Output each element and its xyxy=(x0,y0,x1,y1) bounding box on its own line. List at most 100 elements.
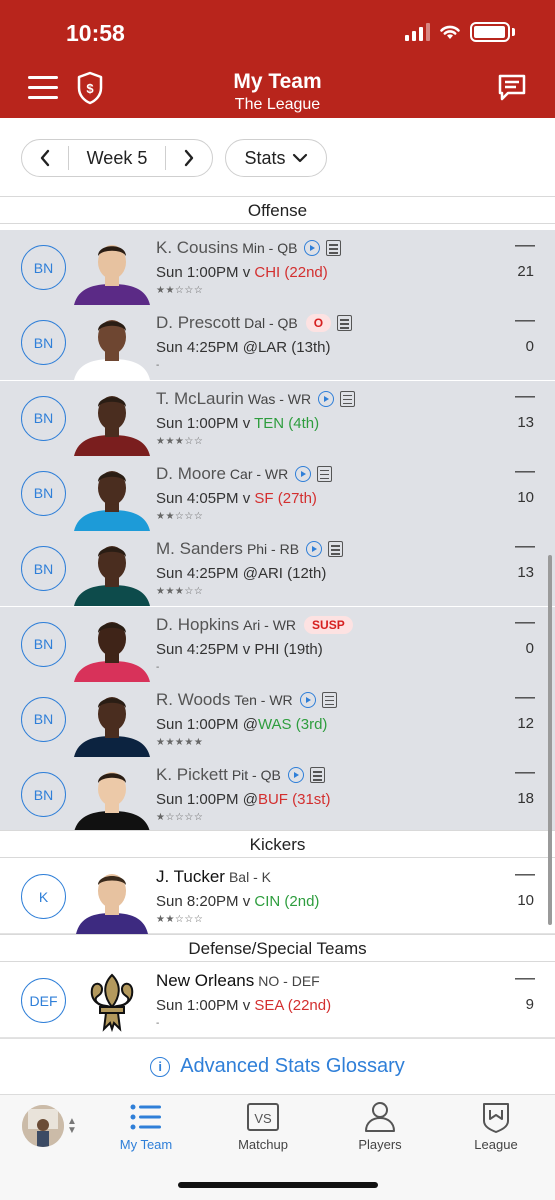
team-position: Min - QB xyxy=(242,240,298,256)
status-dash: — xyxy=(515,459,535,482)
projected-points: 18 xyxy=(517,790,534,808)
lineup-slot-button[interactable]: BN xyxy=(21,470,66,516)
nav-my-team[interactable]: My Team xyxy=(96,1101,196,1152)
projected-points: 13 xyxy=(517,564,534,582)
nav-players[interactable]: Players xyxy=(330,1101,430,1152)
player-info: M. Sanders Phi - RB Sun 4:25PM @ARI (12th)… xyxy=(156,539,476,598)
projected-points: 21 xyxy=(517,263,534,280)
section-header-offense: Offense xyxy=(0,196,555,224)
status-dash: — xyxy=(515,384,535,407)
game-info: Sun 1:00PM @BUF (31st) xyxy=(156,791,331,809)
team-position: NO - DEF xyxy=(258,973,320,989)
player-row-kicker[interactable]: K J. Tucker Bal - K Sun 8:20PM v CIN (2n… xyxy=(0,859,555,934)
opponent-rank: SF (27th) xyxy=(254,489,317,507)
lineup-slot-button[interactable]: BN xyxy=(21,395,66,441)
player-info: K. Cousins Min - QB Sun 1:00PM v CHI (22nd… xyxy=(156,238,476,297)
player-note-icon[interactable] xyxy=(326,240,342,256)
next-week-button[interactable] xyxy=(166,140,212,176)
player-row[interactable]: BN D. Moore Car - WR Sun 4:05PM v SF (27th)… xyxy=(0,455,555,531)
player-name[interactable]: D. Hopkins xyxy=(156,615,239,635)
player-row[interactable]: BN D. Hopkins Ari - WR SUSP Sun 4:25PM v PHI… xyxy=(0,606,555,682)
player-name[interactable]: K. Pickett xyxy=(156,765,228,785)
player-info: J. Tucker Bal - K Sun 8:20PM v CIN (2nd)… xyxy=(156,867,476,926)
projected-points: 0 xyxy=(525,338,534,356)
player-note-icon[interactable] xyxy=(321,691,337,708)
team-switch-caret-icon[interactable]: ▲ ▼ xyxy=(67,1117,77,1136)
lineup-slot-button[interactable]: BN xyxy=(21,772,66,818)
player-row[interactable]: BN T. McLaurin Was - WR Sun 1:00PM v TEN (4… xyxy=(0,380,555,456)
lineup-slot-button[interactable]: BN xyxy=(21,621,66,667)
video-play-icon[interactable] xyxy=(304,240,321,256)
scrollbar[interactable] xyxy=(548,555,552,925)
video-play-icon[interactable] xyxy=(306,541,323,558)
team-position: Car - WR xyxy=(229,465,289,482)
player-photo xyxy=(72,686,152,757)
section-header-kickers: Kickers xyxy=(0,830,555,858)
player-name[interactable]: R. Woods xyxy=(156,690,230,710)
player-note-icon[interactable] xyxy=(337,315,353,332)
player-row[interactable]: BN M. Sanders Phi - RB Sun 4:25PM @ARI (12t… xyxy=(0,531,555,607)
status-dash: — xyxy=(515,535,535,558)
lineup-slot-button[interactable]: DEF xyxy=(21,978,66,1023)
lineup-slot-button[interactable]: K xyxy=(21,874,66,919)
player-info: D. Moore Car - WR Sun 4:05PM v SF (27th) ★★… xyxy=(156,464,476,523)
game-info: Sun 4:05PM v SF (27th) xyxy=(156,489,317,507)
projected-points: 10 xyxy=(517,892,534,909)
rating-stars: ★★★★★ xyxy=(156,736,204,748)
video-play-icon[interactable] xyxy=(295,465,312,482)
status-dash: — xyxy=(515,685,535,708)
team-position: Pit - QB xyxy=(231,767,281,784)
stats-dropdown[interactable]: Stats xyxy=(225,139,327,177)
previous-week-button[interactable] xyxy=(22,140,68,176)
advanced-stats-glossary-link[interactable]: i Advanced Stats Glossary xyxy=(0,1038,555,1094)
header-title-block: My Team The League xyxy=(0,70,555,114)
player-note-icon[interactable] xyxy=(328,541,344,558)
lineup-slot-button[interactable]: BN xyxy=(21,320,66,366)
player-info: K. Pickett Pit - QB Sun 1:00PM @BUF (31st)… xyxy=(156,765,476,824)
player-name[interactable]: New Orleans xyxy=(156,971,254,991)
nav-league[interactable]: League xyxy=(446,1101,546,1152)
battery-tip xyxy=(512,28,515,36)
projected-points: 9 xyxy=(525,996,534,1013)
player-info: D. Prescott Dal - QB O Sun 4:25PM @LAR (13t… xyxy=(156,313,476,372)
player-name[interactable]: M. Sanders xyxy=(156,539,243,559)
user-avatar[interactable] xyxy=(22,1105,64,1147)
lineup-slot-button[interactable]: BN xyxy=(21,696,66,742)
chevron-left-icon xyxy=(40,149,50,167)
player-name[interactable]: J. Tucker xyxy=(156,867,225,887)
rating-stars: ★★☆☆☆ xyxy=(156,510,204,522)
nav-label: Players xyxy=(358,1137,402,1152)
player-info: New Orleans NO - DEF Sun 1:00PM v SEA (2… xyxy=(156,971,476,1030)
player-row[interactable]: BN K. Cousins Min - QB Sun 1:00PM v CHI (22… xyxy=(0,230,555,305)
injury-status-badge: SUSP xyxy=(304,615,353,634)
rating-stars: ★★☆☆☆ xyxy=(156,914,204,925)
opponent-rank: BUF (31st) xyxy=(257,791,331,809)
player-row-defense[interactable]: DEF New Orleans NO - DEF Sun 1:00PM v SE… xyxy=(0,963,555,1038)
lineup-slot-button[interactable]: BN xyxy=(21,546,66,592)
player-row[interactable]: BN K. Pickett Pit - QB Sun 1:00PM @BUF (31s… xyxy=(0,757,555,833)
player-photo xyxy=(72,611,152,682)
video-play-icon[interactable] xyxy=(318,390,335,407)
player-name[interactable]: D. Prescott xyxy=(156,313,240,333)
player-note-icon[interactable] xyxy=(340,390,356,407)
lineup-slot-button[interactable]: BN xyxy=(21,245,66,290)
opponent-rank: PHI (19th) xyxy=(254,640,323,658)
signal-icon xyxy=(405,23,430,41)
week-label[interactable]: Week 5 xyxy=(69,148,165,169)
opponent-rank: TEN (4th) xyxy=(254,414,320,432)
player-row[interactable]: BN R. Woods Ten - WR Sun 1:00PM @WAS (3rd) ★… xyxy=(0,681,555,757)
team-position: Ari - WR xyxy=(243,616,297,633)
player-note-icon[interactable] xyxy=(309,767,325,784)
chat-icon[interactable] xyxy=(496,73,528,103)
team-position: Phi - RB xyxy=(246,541,300,558)
team-position: Bal - K xyxy=(228,869,271,885)
video-play-icon[interactable] xyxy=(287,767,304,784)
game-info: Sun 1:00PM @WAS (3rd) xyxy=(156,715,328,733)
nav-matchup[interactable]: VS Matchup xyxy=(213,1101,313,1152)
player-name[interactable]: K. Cousins xyxy=(156,238,238,258)
video-play-icon[interactable] xyxy=(299,691,316,708)
player-row[interactable]: BN D. Prescott Dal - QB O Sun 4:25PM @LAR (1… xyxy=(0,305,555,381)
player-name[interactable]: D. Moore xyxy=(156,464,226,484)
player-note-icon[interactable] xyxy=(317,465,333,482)
player-name[interactable]: T. McLaurin xyxy=(156,389,244,409)
